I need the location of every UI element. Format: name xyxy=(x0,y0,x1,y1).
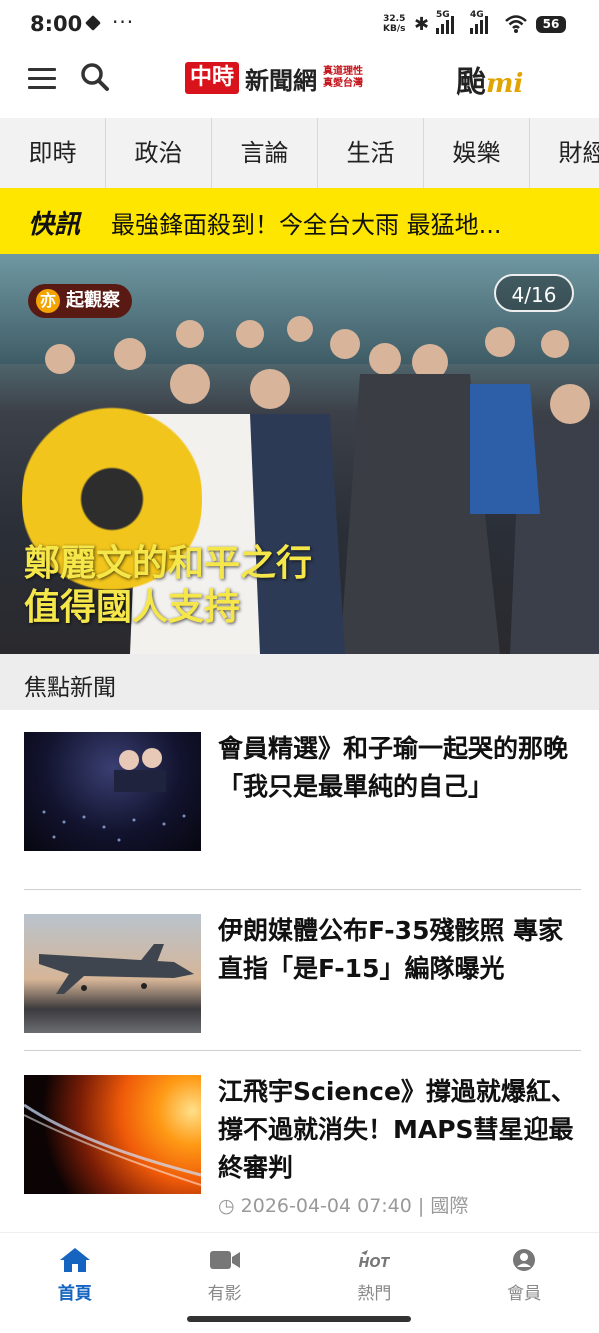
tab-finance[interactable]: 財經 xyxy=(530,118,599,188)
more-notifications-icon: ··· xyxy=(112,10,135,34)
hamburger-menu-icon[interactable] xyxy=(28,68,56,90)
nav-home-label: 首頁 xyxy=(57,1284,92,1304)
search-icon[interactable] xyxy=(80,62,110,92)
list-item[interactable]: 會員精選》和子瑜一起哭的那晚 「我只是最單純的自己」 xyxy=(24,732,581,852)
hero-headline-line1: 鄭麗文的和平之行 xyxy=(24,543,313,584)
breaking-label: 快訊 xyxy=(28,210,81,240)
signal-sim2-icon: 4G xyxy=(470,10,488,34)
network-speed: 32.5 KB/s xyxy=(383,14,405,34)
signal-sim1-icon: 5G xyxy=(436,10,454,34)
home-icon xyxy=(59,1248,90,1272)
badge-label: 起觀察 xyxy=(66,290,120,311)
logo-tagline: 真道理性 真愛台灣 xyxy=(323,66,363,90)
status-time: 8:00 xyxy=(30,12,83,36)
logo-tagline-1: 真道理性 xyxy=(323,66,364,77)
meta-separator: | xyxy=(417,1195,425,1217)
focus-news-header: 焦點新聞 xyxy=(0,654,599,710)
tab-life[interactable]: 生活 xyxy=(318,118,424,188)
observe-icon: 亦 xyxy=(36,289,60,313)
news-thumbnail[interactable] xyxy=(24,732,201,851)
hero-carousel[interactable]: 亦 起觀察 4/16 鄭麗文的和平之行 值得國人支持 xyxy=(0,254,599,654)
hero-headline-line2: 值得國人支持 xyxy=(24,587,241,628)
nav-member-label: 會員 xyxy=(507,1284,542,1304)
partner-brand-logo[interactable]: 颱mi xyxy=(456,57,523,101)
nav-video[interactable]: 有影 xyxy=(150,1233,300,1313)
news-thumbnail[interactable] xyxy=(24,914,201,1033)
wifi-icon xyxy=(505,15,527,33)
site-logo[interactable]: 中時 新聞網 真道理性 真愛台灣 xyxy=(185,60,363,96)
video-icon xyxy=(209,1251,240,1269)
nav-hot-label: 熱門 xyxy=(357,1284,392,1304)
tab-opinion[interactable]: 言論 xyxy=(212,118,318,188)
nav-member[interactable]: 會員 xyxy=(449,1233,599,1313)
network-speed-value: 32.5 xyxy=(383,14,406,24)
svg-text:HOT: HOT xyxy=(359,1256,390,1271)
sim1-label: 5G xyxy=(436,10,450,20)
tab-entertainment[interactable]: 娛樂 xyxy=(424,118,530,188)
news-headline[interactable]: 會員精選》和子瑜一起哭的那晚 「我只是最單純的自己」 xyxy=(218,730,580,806)
network-speed-unit: KB/s xyxy=(383,24,406,34)
clock-icon: ◷ xyxy=(218,1195,235,1217)
hero-category-badge: 亦 起觀察 xyxy=(28,284,132,318)
hot-icon: HOT xyxy=(359,1250,390,1271)
section-title: 焦點新聞 xyxy=(24,675,116,701)
status-bar: 8:00 ··· 32.5 KB/s ✱ 5G 4G 56 xyxy=(0,0,599,52)
tab-instant[interactable]: 即時 xyxy=(0,118,106,188)
nav-home[interactable]: 首頁 xyxy=(0,1233,150,1313)
app-header: 中時 新聞網 真道理性 真愛台灣 颱mi xyxy=(0,52,599,119)
category-tabs: 即時 政治 言論 生活 娛樂 財經 xyxy=(0,118,599,189)
list-item[interactable]: 伊朗媒體公布F-35殘骸照 專家直指「是F-15」編隊曝光 xyxy=(24,914,581,1034)
logo-tagline-2: 真愛台灣 xyxy=(323,78,364,89)
list-divider xyxy=(24,889,581,890)
bottom-navigation: 首頁 有影 HOT 熱門 會員 xyxy=(0,1232,599,1313)
tab-politics[interactable]: 政治 xyxy=(106,118,212,188)
nav-hot[interactable]: HOT 熱門 xyxy=(300,1233,450,1313)
news-thumbnail[interactable] xyxy=(24,1075,201,1194)
list-divider xyxy=(24,1050,581,1051)
logo-red-block: 中時 xyxy=(185,62,240,94)
hero-headline[interactable]: 鄭麗文的和平之行 值得國人支持 xyxy=(24,542,312,630)
breaking-news-bar[interactable]: 快訊 最強鋒面殺到！今全台大雨 最猛地... xyxy=(0,188,599,254)
list-item[interactable]: 江飛宇Science》撐過就爆紅、撐不過就消失！MAPS彗星迎最終審判 ◷ 20… xyxy=(24,1075,581,1225)
partner-brand-main: 颱 xyxy=(456,65,486,100)
nav-arrow-icon xyxy=(85,15,101,31)
news-meta: ◷ 2026-04-04 07:40 | 國際 xyxy=(218,1191,468,1218)
bluetooth-icon: ✱ xyxy=(414,14,430,35)
battery-icon: 56 xyxy=(536,16,566,33)
nav-video-label: 有影 xyxy=(207,1284,242,1304)
breaking-text[interactable]: 最強鋒面殺到！今全台大雨 最猛地... xyxy=(111,205,581,240)
news-date: 2026-04-04 07:40 xyxy=(240,1195,412,1217)
logo-text: 新聞網 xyxy=(245,65,318,95)
sim2-label: 4G xyxy=(470,10,484,20)
news-headline[interactable]: 伊朗媒體公布F-35殘骸照 專家直指「是F-15」編隊曝光 xyxy=(218,912,580,988)
partner-brand-suffix: mi xyxy=(486,69,524,99)
member-icon xyxy=(513,1249,536,1271)
news-category[interactable]: 國際 xyxy=(430,1195,468,1217)
gesture-home-bar[interactable] xyxy=(187,1316,411,1322)
news-headline[interactable]: 江飛宇Science》撐過就爆紅、撐不過就消失！MAPS彗星迎最終審判 xyxy=(218,1073,580,1187)
slide-counter: 4/16 xyxy=(494,274,574,312)
